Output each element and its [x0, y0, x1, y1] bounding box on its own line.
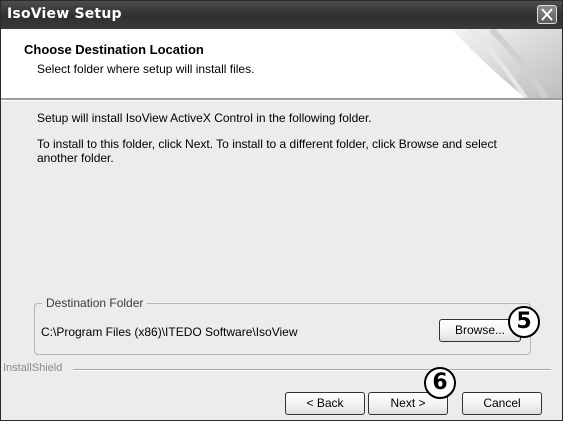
page-title: Choose Destination Location	[24, 42, 204, 57]
footer-divider	[73, 369, 551, 371]
callout-5-badge: 5	[508, 306, 540, 338]
setup-window: IsoView Setup Choose Destination Locatio…	[0, 0, 563, 421]
window-title: IsoView Setup	[7, 6, 122, 22]
instructions-text: To install to this folder, click Next. T…	[37, 137, 497, 165]
page-curl-icon	[451, 29, 562, 98]
page-subtitle: Select folder where setup will install f…	[37, 62, 255, 76]
destination-path: C:\Program Files (x86)\ITEDO Software\Is…	[41, 325, 298, 339]
header-divider	[1, 98, 562, 101]
header-panel: Choose Destination Location Select folde…	[1, 29, 562, 98]
back-button[interactable]: < Back	[285, 392, 365, 415]
title-bar[interactable]: IsoView Setup	[1, 1, 562, 29]
close-icon	[541, 8, 553, 21]
callout-6-badge: 6	[424, 367, 456, 399]
install-info-text: Setup will install IsoView ActiveX Contr…	[37, 111, 372, 125]
installshield-label: InstallShield	[3, 362, 63, 374]
close-button[interactable]	[537, 5, 557, 24]
destination-folder-legend: Destination Folder	[42, 296, 148, 310]
cancel-button[interactable]: Cancel	[462, 392, 542, 415]
